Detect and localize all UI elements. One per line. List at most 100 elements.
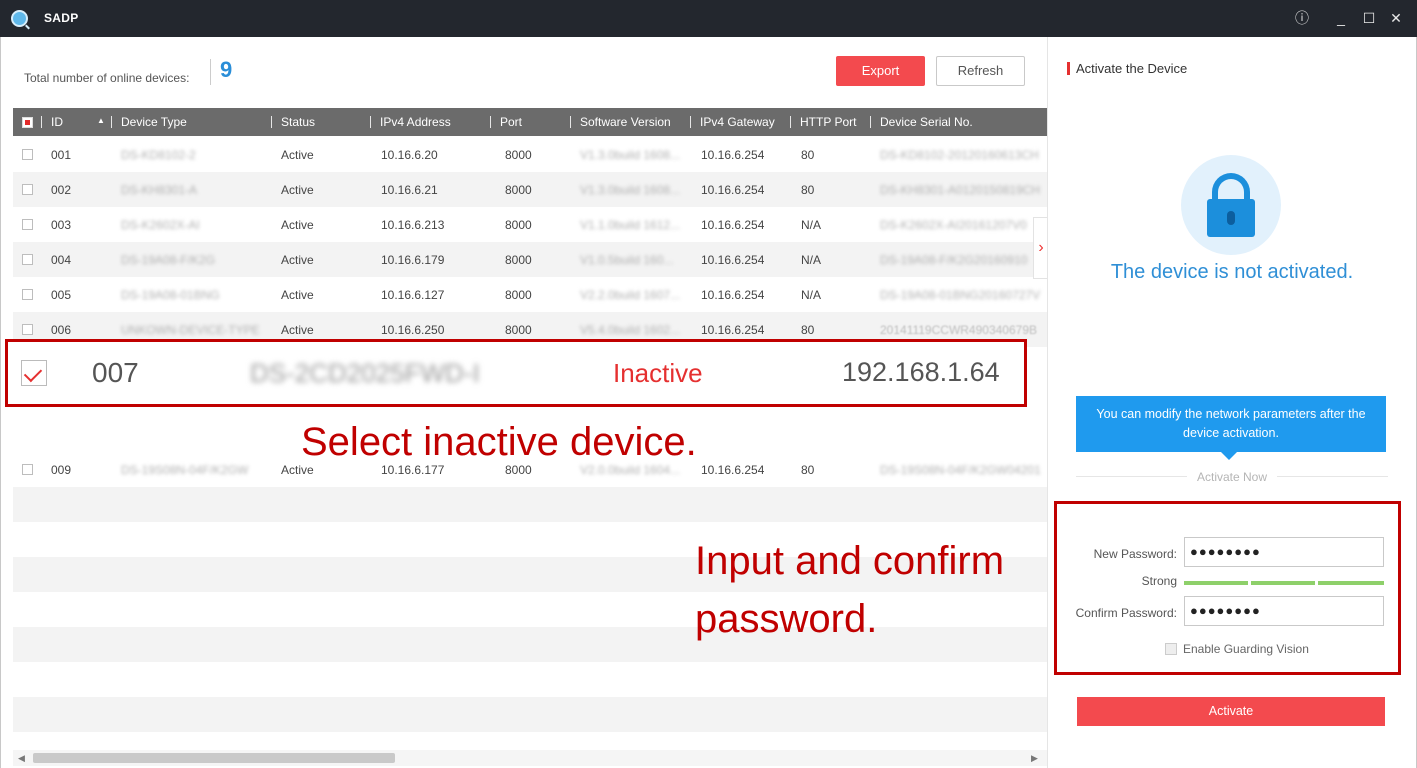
cell-http-port: N/A (801, 288, 822, 302)
cell-gateway: 10.16.6.254 (701, 463, 765, 477)
confirm-password-label: Confirm Password: (1075, 606, 1177, 620)
maximize-button[interactable]: ☐ (1360, 9, 1378, 27)
cell-id: 004 (51, 253, 72, 267)
total-divider (210, 59, 211, 85)
cell-gateway: 10.16.6.254 (701, 183, 765, 197)
cell-software: V1.3.0build 1608... (580, 183, 681, 197)
panel-title: Activate the Device (1076, 61, 1188, 76)
table-header: ID ▲ Device Type Status IPv4 Address Por… (13, 108, 1047, 136)
column-header-serial-no[interactable]: Device Serial No. (880, 115, 973, 129)
enable-guarding-vision-label: Enable Guarding Vision (1183, 642, 1309, 656)
annotation-select-device: Select inactive device. (301, 420, 697, 464)
cell-serial: DS-KH8301-A0120150819CH (880, 183, 1041, 197)
cell-port: 8000 (505, 148, 532, 162)
column-header-ipv4-gateway[interactable]: IPv4 Gateway (700, 115, 775, 129)
cell-device-type: DS-KH8301-A (121, 183, 198, 197)
column-header-software-version[interactable]: Software Version (580, 115, 671, 129)
table-row[interactable]: 001 DS-KD8102-2 Active 10.16.6.20 8000 V… (13, 137, 1047, 172)
scrollbar-thumb[interactable] (33, 753, 395, 763)
expand-panel-chevron-icon[interactable]: › (1033, 217, 1048, 279)
horizontal-scrollbar[interactable]: ◀ ▶ (13, 750, 1047, 766)
cell-serial: 20141119CCWR490340679B (880, 323, 1038, 337)
table-row[interactable]: 003 DS-K2602X-AI Active 10.16.6.213 8000… (13, 207, 1047, 242)
row-checkbox[interactable] (22, 149, 33, 160)
selected-row-ip: 192.168.1.64 (842, 357, 1000, 387)
row-checkbox[interactable] (22, 184, 33, 195)
cell-port: 8000 (505, 463, 532, 477)
cell-http-port: 80 (801, 323, 815, 337)
row-checkbox[interactable] (22, 324, 33, 335)
column-header-status[interactable]: Status (281, 115, 315, 129)
column-header-id[interactable]: ID (51, 115, 63, 129)
cell-ip: 10.16.6.250 (381, 323, 445, 337)
cell-device-type: DS-KD8102-2 (121, 148, 196, 162)
column-header-port[interactable]: Port (500, 115, 522, 129)
selected-device-row[interactable]: 007 DS-2CD2025FWD-I Inactive 192.168.1.6… (5, 339, 1027, 407)
cell-device-type: DS-19A08-F/K2G (121, 253, 216, 267)
close-button[interactable]: ✕ (1387, 9, 1405, 27)
cell-device-type: DS-19S08N-04F/K2GW (121, 463, 249, 477)
column-header-device-type[interactable]: Device Type (121, 115, 187, 129)
refresh-button[interactable]: Refresh (936, 56, 1025, 86)
cell-software: V2.2.0build 1607... (580, 288, 681, 302)
selected-row-device-type: DS-2CD2025FWD-I (250, 358, 480, 388)
row-checkbox[interactable] (22, 219, 33, 230)
row-checkbox[interactable] (22, 254, 33, 265)
cell-device-type: UNKOWN-DEVICE-TYPE (121, 323, 260, 337)
info-icon[interactable]: ⓘ (1293, 9, 1311, 27)
sort-ascending-icon[interactable]: ▲ (97, 116, 105, 125)
cell-id: 001 (51, 148, 72, 162)
scroll-right-arrow-icon[interactable]: ▶ (1031, 753, 1038, 764)
new-password-input[interactable]: ●●●●●●●● (1184, 537, 1384, 567)
cell-id: 009 (51, 463, 72, 477)
strength-bar-segment (1251, 581, 1315, 585)
cell-ip: 10.16.6.213 (381, 218, 445, 232)
row-checkbox[interactable] (22, 289, 33, 300)
cell-port: 8000 (505, 218, 532, 232)
cell-http-port: N/A (801, 218, 822, 232)
activate-now-text: Activate Now (1186, 470, 1278, 484)
row-checkbox[interactable] (22, 464, 33, 475)
cell-id: 005 (51, 288, 72, 302)
cell-serial: DS-19A08-01BNG20160727V (880, 288, 1041, 302)
table-row[interactable]: 005 DS-19A08-01BNG Active 10.16.6.127 80… (13, 277, 1047, 312)
export-button[interactable]: Export (836, 56, 925, 86)
cell-status: Active (281, 288, 314, 302)
section-marker (1067, 62, 1070, 75)
cell-port: 8000 (505, 253, 532, 267)
cell-ip: 10.16.6.20 (381, 148, 438, 162)
empty-row (13, 487, 1047, 522)
minimize-button[interactable]: _ (1332, 9, 1350, 27)
app-title: SADP (44, 11, 79, 25)
cell-serial: DS-K2602X-AI20161207V0 (880, 218, 1027, 232)
cell-software: V5.4.0build 1602... (580, 323, 681, 337)
new-password-label: New Password: (1093, 547, 1177, 561)
sadp-logo-icon (11, 10, 28, 27)
selected-row-id: 007 (92, 357, 139, 388)
scroll-left-arrow-icon[interactable]: ◀ (18, 753, 25, 764)
cell-http-port: 80 (801, 463, 815, 477)
confirm-password-input[interactable]: ●●●●●●●● (1184, 596, 1384, 626)
cell-gateway: 10.16.6.254 (701, 253, 765, 267)
cell-serial: DS-19A08-F/K2G20160910 (880, 253, 1028, 267)
annotation-input-password: Input and confirm password. (695, 539, 1005, 641)
table-row[interactable]: 004 DS-19A08-F/K2G Active 10.16.6.179 80… (13, 242, 1047, 277)
cell-ip: 10.16.6.177 (381, 463, 445, 477)
cell-software: V1.0.5build 160... (580, 253, 674, 267)
empty-row (13, 697, 1047, 732)
cell-status: Active (281, 253, 314, 267)
column-header-ipv4-address[interactable]: IPv4 Address (380, 115, 451, 129)
enable-guarding-vision-checkbox[interactable] (1165, 643, 1177, 655)
select-all-checkbox[interactable] (22, 117, 33, 128)
total-devices-count: 9 (220, 57, 233, 82)
activate-now-label: Activate Now (1048, 470, 1416, 484)
table-row[interactable]: 002 DS-KH8301-A Active 10.16.6.21 8000 V… (13, 172, 1047, 207)
cell-gateway: 10.16.6.254 (701, 218, 765, 232)
cell-id: 002 (51, 183, 72, 197)
column-header-http-port[interactable]: HTTP Port (800, 115, 856, 129)
cell-software: V2.0.0build 1604... (580, 463, 681, 477)
selected-row-checkbox[interactable] (21, 360, 47, 386)
cell-gateway: 10.16.6.254 (701, 148, 765, 162)
cell-software: V1.1.0build 1612... (580, 218, 681, 232)
activate-button[interactable]: Activate (1077, 697, 1385, 726)
